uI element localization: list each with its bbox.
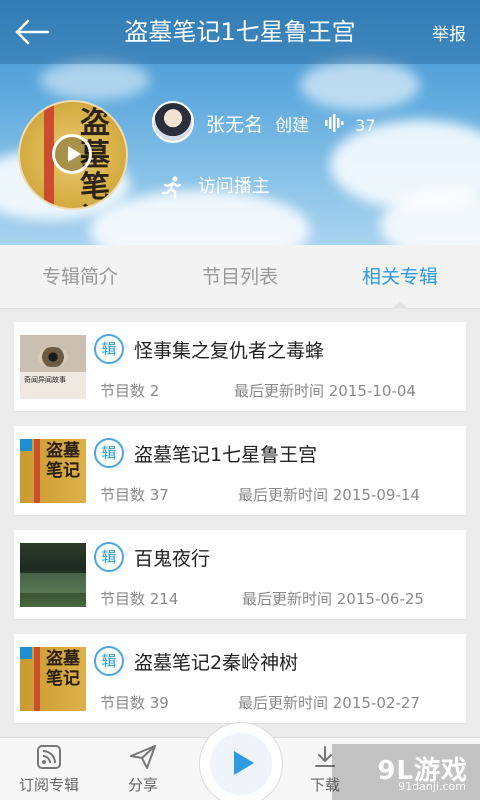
album-meta: 节目数 37 最后更新时间 2015-09-14: [100, 484, 420, 505]
play-button[interactable]: [199, 722, 283, 800]
album-meta: 节目数 2 最后更新时间 2015-10-04: [100, 380, 416, 401]
list-item[interactable]: 辑 百鬼夜行 节目数 214 最后更新时间 2015-06-25: [14, 530, 466, 620]
album-cover[interactable]: 盗墓笔记: [18, 100, 128, 210]
album-thumbnail: [20, 543, 86, 607]
thumbnail-tag: [20, 439, 32, 451]
cover-ribbon: [34, 647, 40, 711]
eye-artwork: [38, 347, 68, 367]
album-badge-icon: 辑: [94, 438, 124, 468]
thumbnail-title-art: 盗墓笔记: [46, 649, 80, 689]
album-meta: 节目数 39 最后更新时间 2015-02-27: [100, 692, 420, 713]
cloud-decoration: [300, 60, 420, 110]
album-badge-icon: 辑: [94, 334, 124, 364]
running-person-icon: [161, 176, 182, 199]
tab-bar: 专辑简介 节目列表 相关专辑: [0, 245, 480, 309]
tab-program-list[interactable]: 节目列表: [160, 245, 320, 308]
share-icon: [130, 745, 156, 769]
visit-host-button[interactable]: 访问播主: [160, 172, 270, 199]
back-button[interactable]: [14, 16, 54, 48]
related-album-list: 奇闻异闻故事 辑 怪事集之复仇者之毒蜂 节目数 2 最后更新时间 2015-10…: [14, 322, 466, 738]
album-badge-icon: 辑: [94, 646, 124, 676]
creator-role: 创建: [275, 116, 310, 136]
play-icon[interactable]: [52, 134, 92, 174]
thumbnail-tag: [20, 647, 32, 659]
last-updated: 最后更新时间 2015-02-27: [238, 694, 420, 712]
program-count: 节目数 214: [100, 590, 179, 608]
album-badge-icon: 辑: [94, 542, 124, 572]
album-title: 盗墓笔记2秦岭神树: [134, 652, 299, 674]
cover-ribbon: [34, 439, 40, 503]
list-item[interactable]: 盗墓笔记 辑 盗墓笔记1七星鲁王宫 节目数 37 最后更新时间 2015-09-…: [14, 426, 466, 516]
program-count: 节目数 37: [100, 486, 169, 504]
visit-host-label: 访问播主: [197, 176, 270, 197]
tab-related-albums[interactable]: 相关专辑: [320, 245, 480, 309]
program-count: 节目数 39: [100, 694, 169, 712]
last-updated: 最后更新时间 2015-06-25: [242, 590, 424, 608]
album-thumbnail: 盗墓笔记: [20, 647, 86, 711]
album-title: 盗墓笔记1七星鲁王宫: [134, 444, 318, 466]
list-item[interactable]: 奇闻异闻故事 辑 怪事集之复仇者之毒蜂 节目数 2 最后更新时间 2015-10…: [14, 322, 466, 412]
play-icon: [210, 733, 272, 795]
album-title: 怪事集之复仇者之毒蜂: [134, 340, 325, 362]
thumbnail-title-art: 盗墓笔记: [46, 441, 80, 481]
tab-album-intro[interactable]: 专辑简介: [0, 245, 160, 308]
creator-name[interactable]: 张无名: [206, 114, 263, 136]
page-title: 盗墓笔记1七星鲁王宫: [124, 18, 356, 46]
share-button[interactable]: 分享: [110, 744, 176, 795]
cloud-decoration: [40, 60, 150, 100]
creator-avatar[interactable]: [152, 101, 194, 143]
sound-wave-icon: [325, 114, 345, 137]
back-arrow-icon: [15, 19, 50, 45]
forest-artwork: [20, 573, 86, 593]
creator-info: 张无名 创建 37: [206, 110, 376, 137]
watermark-url: 91danji.com: [398, 780, 466, 793]
album-hero: 盗墓笔记1七星鲁王宫 举报 盗墓笔记 张无名 创建 37 访问播主: [0, 0, 480, 245]
program-count: 节目数 2: [100, 382, 160, 400]
share-label: 分享: [127, 776, 158, 794]
album-meta: 节目数 214 最后更新时间 2015-06-25: [100, 588, 424, 609]
thumbnail-caption: 奇闻异闻故事: [24, 376, 66, 384]
site-watermark: 9L游戏 91danji.com: [332, 744, 480, 800]
listen-count: 37: [355, 116, 376, 135]
rss-icon: [37, 745, 61, 769]
album-thumbnail: 盗墓笔记: [20, 439, 86, 503]
last-updated: 最后更新时间 2015-10-04: [234, 382, 416, 400]
album-title: 百鬼夜行: [134, 548, 211, 570]
album-thumbnail: 奇闻异闻故事: [20, 335, 86, 399]
last-updated: 最后更新时间 2015-09-14: [238, 486, 420, 504]
subscribe-label: 订阅专辑: [18, 776, 79, 794]
top-bar: 盗墓笔记1七星鲁王宫 举报: [0, 0, 480, 64]
subscribe-album-button[interactable]: 订阅专辑: [14, 744, 84, 795]
list-item[interactable]: 盗墓笔记 辑 盗墓笔记2秦岭神树 节目数 39 最后更新时间 2015-02-2…: [14, 634, 466, 724]
report-button[interactable]: 举报: [432, 20, 466, 45]
